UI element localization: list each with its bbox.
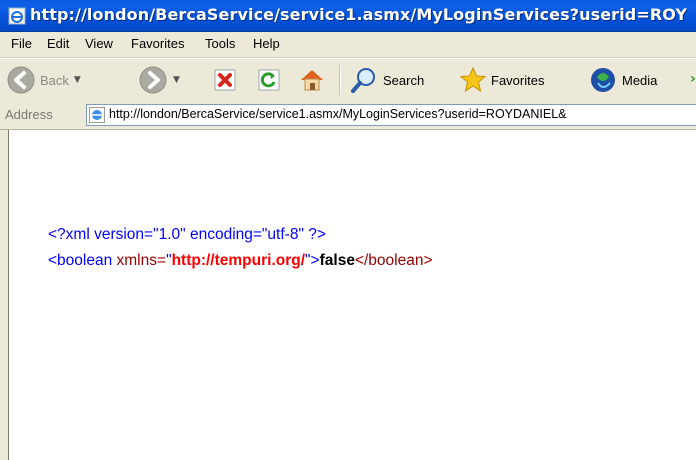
xml-value: false xyxy=(319,252,355,269)
back-arrow-icon xyxy=(7,66,35,94)
forward-dropdown-icon[interactable]: ▼ xyxy=(173,75,180,85)
stop-icon xyxy=(214,69,236,91)
stop-button[interactable] xyxy=(212,63,238,97)
page-icon xyxy=(89,107,105,123)
xml-open-bracket: <boolean xyxy=(48,252,113,269)
refresh-icon xyxy=(258,69,280,91)
xml-attr-value: http://tempuri.org/ xyxy=(171,252,306,269)
back-button[interactable]: Back ▼ xyxy=(6,63,81,97)
favorites-button[interactable]: Favorites xyxy=(458,63,544,97)
menu-help[interactable]: Help xyxy=(253,36,280,51)
menu-tools[interactable]: Tools xyxy=(205,36,235,51)
address-bar: Address http://london/BercaService/servi… xyxy=(0,101,696,130)
address-url: http://london/BercaService/service1.asmx… xyxy=(109,107,567,121)
menu-view[interactable]: View xyxy=(85,36,113,51)
search-label: Search xyxy=(383,72,425,88)
xml-close-tag: </boolean> xyxy=(354,252,433,269)
forward-button[interactable]: ▼ xyxy=(138,63,180,97)
window-left-border xyxy=(0,130,9,460)
address-label: Address xyxy=(5,107,53,122)
toolbar: Back ▼ ▼ Search Favorites Media › xyxy=(0,58,696,102)
search-button[interactable]: Search xyxy=(349,63,424,97)
search-icon xyxy=(351,68,375,93)
favorites-star-icon xyxy=(459,66,487,93)
menu-file[interactable]: File xyxy=(11,36,32,51)
address-input[interactable]: http://london/BercaService/service1.asmx… xyxy=(86,104,696,126)
media-icon xyxy=(591,68,615,92)
menu-favorites[interactable]: Favorites xyxy=(131,36,184,51)
home-icon xyxy=(301,70,323,91)
xml-attr-name: xmlns= xyxy=(112,252,167,269)
menu-bar: File Edit View Favorites Tools Help xyxy=(0,32,696,58)
window-title: http://london/BercaService/service1.asmx… xyxy=(30,5,688,24)
title-bar[interactable]: http://london/BercaService/service1.asmx… xyxy=(0,0,696,32)
back-label: Back xyxy=(40,72,69,88)
favorites-label: Favorites xyxy=(491,72,545,88)
media-button[interactable]: Media xyxy=(588,63,657,97)
document-view xyxy=(0,130,696,460)
refresh-button[interactable] xyxy=(256,63,282,97)
back-dropdown-icon[interactable]: ▼ xyxy=(74,75,81,85)
forward-arrow-icon xyxy=(139,66,167,94)
xml-tag-end: > xyxy=(310,252,320,269)
ie-page-icon xyxy=(8,7,26,25)
xml-boolean-element: <boolean xmlns="http://tempuri.org/">fal… xyxy=(48,252,433,270)
toolbar-separator xyxy=(339,65,341,95)
home-button[interactable] xyxy=(297,63,327,97)
media-label: Media xyxy=(622,72,658,88)
xml-declaration: <?xml version="1.0" encoding="utf-8" ?> xyxy=(48,226,326,243)
toolbar-overflow-icon[interactable]: › xyxy=(690,71,696,87)
menu-edit[interactable]: Edit xyxy=(47,36,69,51)
